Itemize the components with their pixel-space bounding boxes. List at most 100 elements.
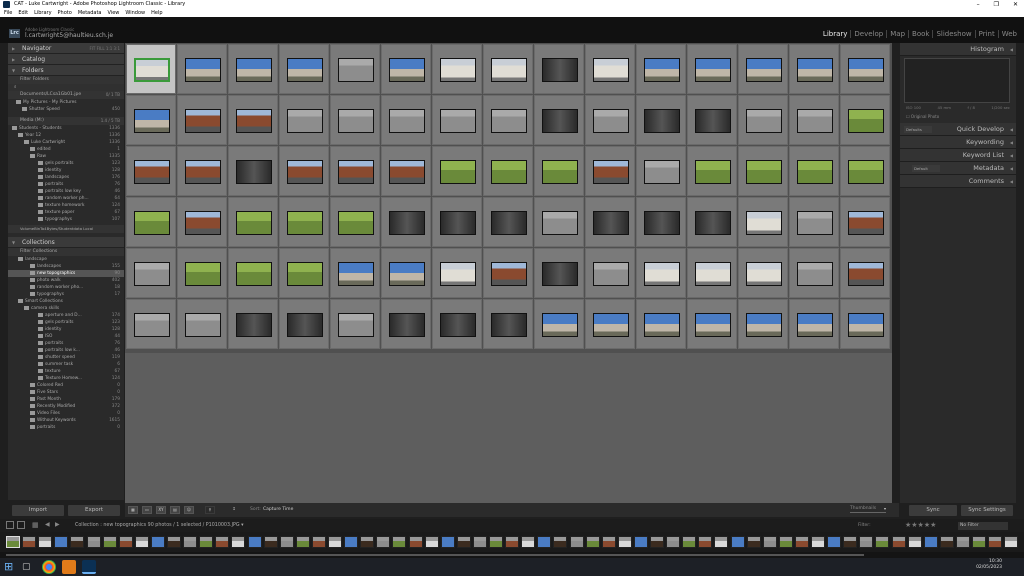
filmstrip-thumbnail[interactable]: [311, 536, 326, 548]
grid-cell[interactable]: [381, 299, 431, 349]
filmstrip-thumbnail[interactable]: [1004, 536, 1019, 548]
photo-thumbnail[interactable]: [644, 211, 680, 235]
grid-cell[interactable]: [177, 44, 227, 94]
sync-settings-button[interactable]: Sync Settings: [961, 505, 1013, 516]
filmstrip-thumbnail[interactable]: [489, 536, 503, 548]
collection-row[interactable]: Past Month 179: [8, 396, 124, 403]
filmstrip-thumbnail[interactable]: [472, 536, 487, 548]
grid-cell[interactable]: [636, 197, 686, 247]
filter-preset-select[interactable]: No Filter: [958, 522, 1008, 530]
photo-thumbnail[interactable]: [542, 109, 578, 133]
photo-thumbnail[interactable]: [338, 109, 374, 133]
navigator-zoom-options[interactable]: FIT FILL 1:1 3:1: [89, 43, 120, 54]
folder-row[interactable]: Shutter Speed 450: [8, 106, 124, 113]
grid-cell[interactable]: [636, 248, 686, 298]
collection-row[interactable]: summer task 6: [8, 361, 124, 368]
filmstrip-scroll-thumb[interactable]: [6, 554, 864, 556]
filmstrip-thumbnail[interactable]: [553, 536, 568, 548]
grid-cell[interactable]: [126, 197, 176, 247]
filmstrip-thumbnail[interactable]: [778, 536, 793, 548]
photo-thumbnail[interactable]: [797, 262, 833, 286]
grid-cell[interactable]: [330, 248, 380, 298]
photo-thumbnail[interactable]: [185, 211, 221, 235]
grid-cell[interactable]: [381, 95, 431, 145]
photo-thumbnail[interactable]: [695, 313, 731, 337]
filmstrip-thumbnail[interactable]: [6, 536, 20, 548]
photo-thumbnail[interactable]: [542, 160, 578, 184]
grid-cell[interactable]: [432, 248, 482, 298]
filmstrip-thumbnail[interactable]: [617, 536, 632, 548]
grid-cell[interactable]: [738, 299, 788, 349]
photo-thumbnail[interactable]: [491, 262, 527, 286]
grid-cell[interactable]: [483, 197, 533, 247]
import-button[interactable]: Import: [12, 505, 64, 516]
grid-cell[interactable]: [330, 44, 380, 94]
grid-cell[interactable]: [279, 299, 329, 349]
filmstrip-thumbnail[interactable]: [907, 536, 922, 548]
grid-cell[interactable]: [534, 248, 584, 298]
photo-thumbnail[interactable]: [338, 160, 374, 184]
grid-cell[interactable]: [177, 299, 227, 349]
menu-edit[interactable]: Edit: [18, 9, 28, 17]
photo-thumbnail[interactable]: [695, 262, 731, 286]
collection-row[interactable]: landscape: [8, 256, 124, 263]
collection-row[interactable]: Without Keywords 1615: [8, 417, 124, 424]
photo-thumbnail[interactable]: [134, 160, 170, 184]
collection-row[interactable]: Texture Homew... 124: [8, 375, 124, 382]
grid-cell[interactable]: [228, 44, 278, 94]
secondary-display-icon[interactable]: [17, 521, 25, 529]
grid-cell[interactable]: [483, 146, 533, 196]
photo-thumbnail[interactable]: [440, 262, 476, 286]
photo-thumbnail[interactable]: [491, 160, 527, 184]
photo-thumbnail[interactable]: [440, 313, 476, 337]
filmstrip-thumbnail[interactable]: [698, 536, 713, 548]
loupe-view-icon[interactable]: ▭: [142, 506, 152, 514]
grid-cell[interactable]: [840, 197, 890, 247]
filmstrip-thumbnail[interactable]: [70, 536, 85, 548]
grid-cell[interactable]: [738, 146, 788, 196]
photo-thumbnail[interactable]: [644, 160, 680, 184]
grid-cell[interactable]: [381, 248, 431, 298]
grid-cell[interactable]: [636, 44, 686, 94]
folder-row[interactable]: portraits 76: [8, 181, 124, 188]
filmstrip-thumbnail[interactable]: [247, 536, 262, 548]
grid-cell[interactable]: [687, 146, 737, 196]
filmstrip-thumbnail[interactable]: [231, 536, 246, 548]
filter-folders-bar[interactable]: Filter Folders: [8, 76, 124, 84]
photo-thumbnail[interactable]: [593, 211, 629, 235]
histogram-panel-header[interactable]: Histogram: [900, 43, 1016, 56]
grid-cell[interactable]: [789, 44, 839, 94]
photo-thumbnail[interactable]: [593, 160, 629, 184]
filmstrip-thumbnail[interactable]: [939, 536, 954, 548]
folder-row[interactable]: identity 128: [8, 167, 124, 174]
rating-filter-stars[interactable]: ★★★★★: [905, 521, 936, 529]
catalog-panel-header[interactable]: Catalog: [8, 54, 124, 65]
photo-thumbnail[interactable]: [185, 313, 221, 337]
collection-row[interactable]: typographys 17: [8, 291, 124, 298]
grid-cell[interactable]: [330, 95, 380, 145]
photo-thumbnail[interactable]: [848, 313, 884, 337]
folder-row[interactable]: Year 12 1336: [8, 132, 124, 139]
photo-thumbnail[interactable]: [848, 160, 884, 184]
photo-thumbnail[interactable]: [491, 313, 527, 337]
photo-thumbnail[interactable]: [287, 262, 323, 286]
grid-cell[interactable]: [585, 146, 635, 196]
photo-thumbnail[interactable]: [389, 58, 425, 82]
grid-cell[interactable]: [126, 299, 176, 349]
grid-cell[interactable]: [789, 197, 839, 247]
comments-panel-header[interactable]: Comments: [900, 175, 1016, 188]
keywording-panel-header[interactable]: Keywording: [900, 136, 1016, 149]
grid-cell[interactable]: [126, 248, 176, 298]
volume-documents[interactable]: Documents/LCsa1Gb01.jpe 0/ 1 TB: [8, 91, 124, 99]
sort-direction-icon[interactable]: ↕: [229, 506, 239, 514]
grid-cell[interactable]: [636, 95, 686, 145]
grid-cell[interactable]: [585, 299, 635, 349]
photo-thumbnail[interactable]: [389, 211, 425, 235]
grid-cell[interactable]: [585, 197, 635, 247]
grid-cell[interactable]: [636, 299, 686, 349]
grid-cell[interactable]: [738, 95, 788, 145]
folder-row[interactable]: texture homework 124: [8, 202, 124, 209]
grid-cell[interactable]: [177, 248, 227, 298]
collection-row[interactable]: random worker pho... 18: [8, 284, 124, 291]
people-view-icon[interactable]: ☺: [184, 506, 194, 514]
